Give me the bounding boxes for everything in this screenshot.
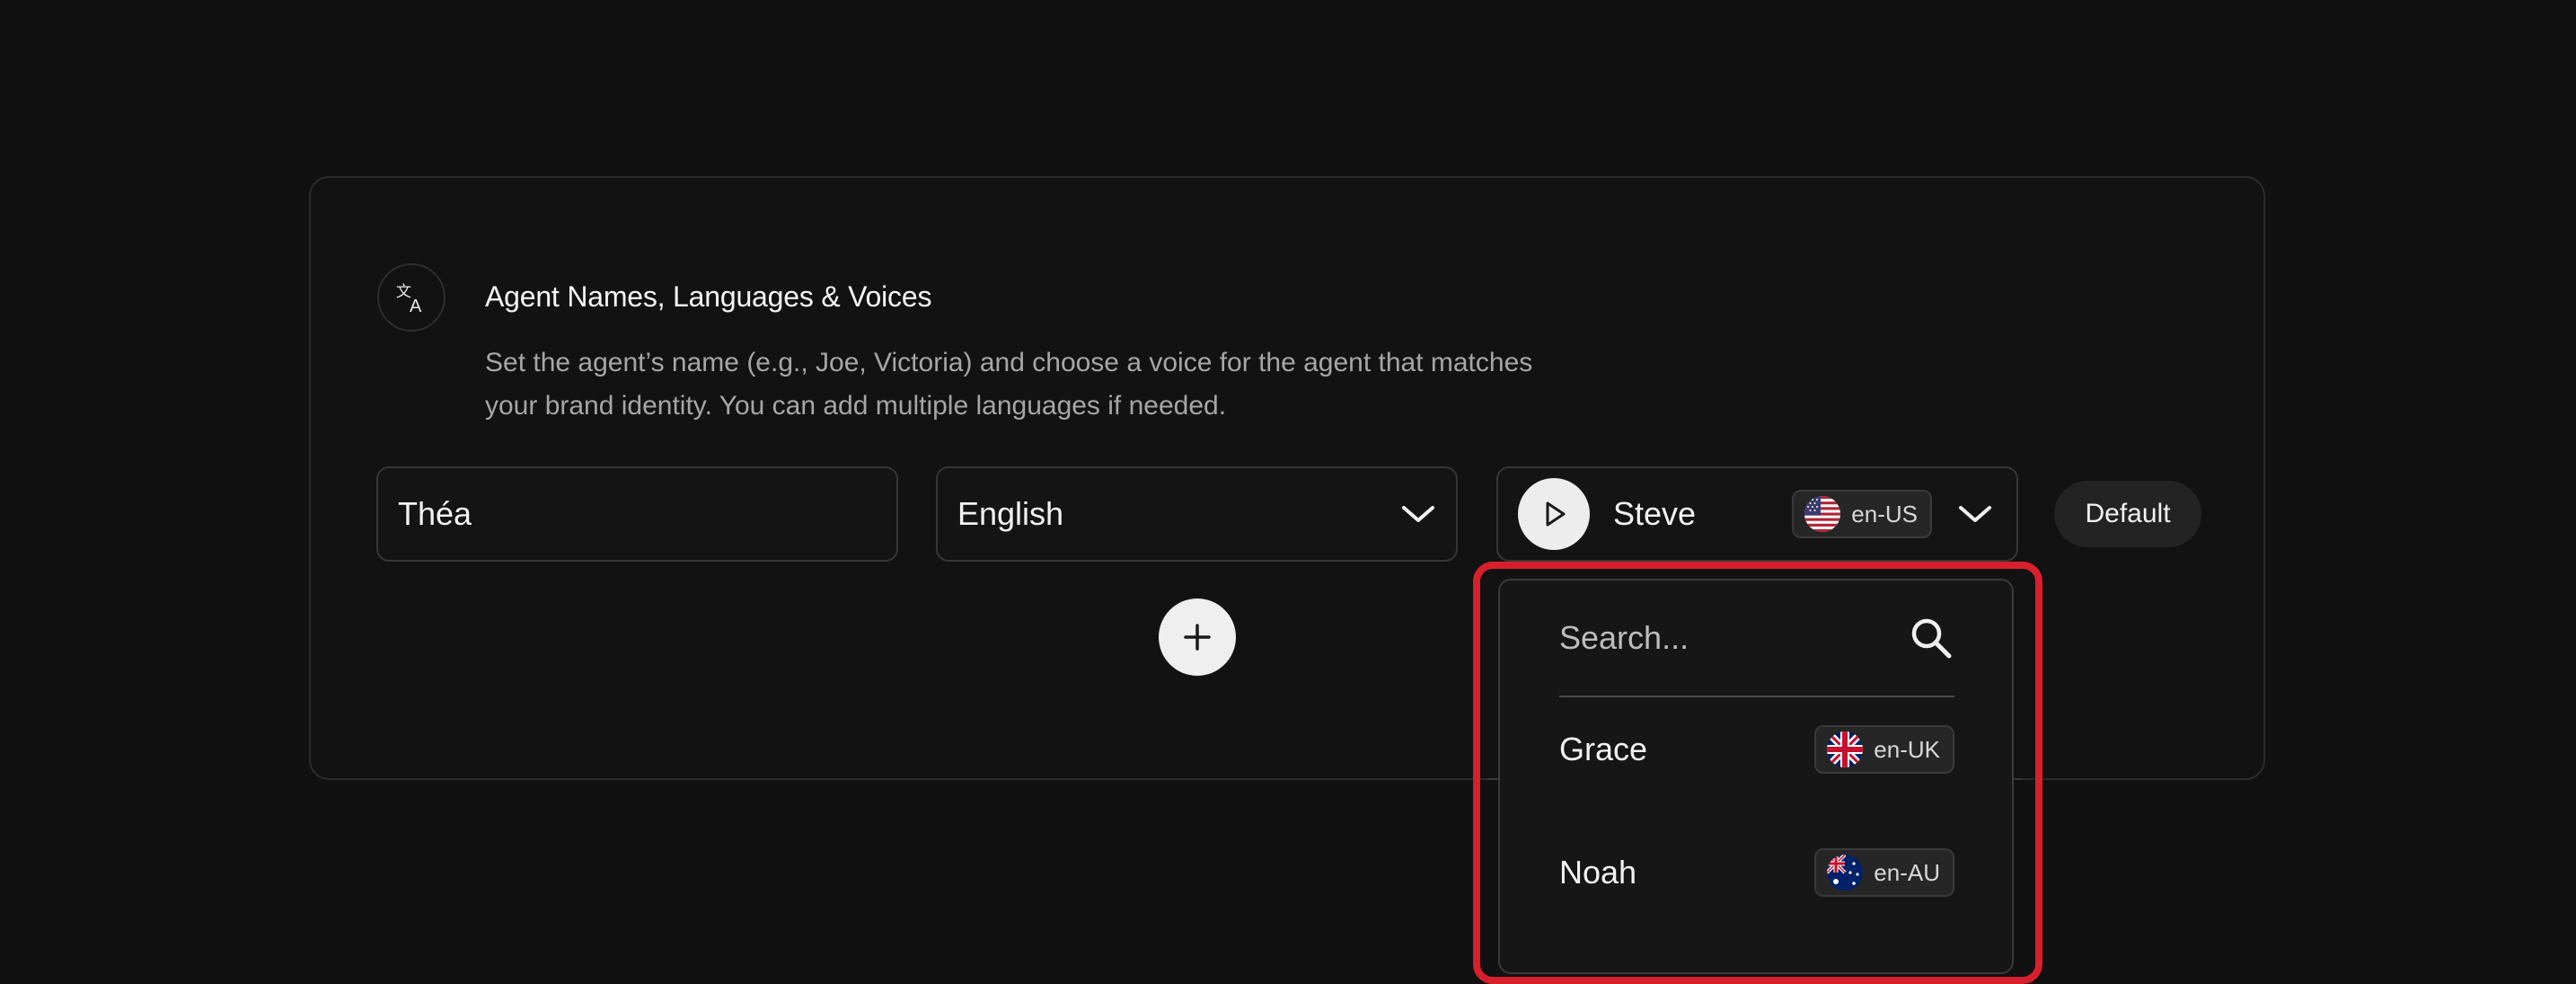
language-select[interactable]: English: [936, 466, 1458, 562]
us-flag-icon: [1804, 496, 1841, 532]
add-language-button[interactable]: [1159, 598, 1236, 676]
voice-name: Steve: [1613, 495, 1697, 532]
translate-icon: 文 A: [377, 263, 446, 332]
agent-name-field[interactable]: [376, 466, 898, 562]
voice-select[interactable]: Steve en-US: [1496, 466, 2018, 562]
play-voice-button[interactable]: [1518, 478, 1590, 550]
dropdown-highlight-frame: [1473, 562, 2042, 984]
locale-badge: en-US: [1792, 490, 1932, 538]
plus-icon: [1184, 624, 1211, 651]
section-description-line: your brand identity. You can add multipl…: [485, 391, 1227, 421]
section-description: Set the agent’s name (e.g., Joe, Victori…: [485, 341, 1563, 428]
section-description-line: Set the agent’s name (e.g., Joe, Victori…: [485, 348, 1533, 377]
agent-name-input[interactable]: [378, 468, 896, 560]
svg-text:A: A: [410, 297, 422, 315]
locale-code: en-US: [1851, 500, 1918, 527]
section-title: Agent Names, Languages & Voices: [485, 280, 932, 313]
chevron-down-icon: [1402, 506, 1434, 522]
default-button[interactable]: Default: [2054, 481, 2201, 547]
chevron-down-icon[interactable]: [1957, 503, 1993, 525]
language-selected: English: [957, 495, 1064, 532]
play-icon: [1546, 501, 1566, 527]
